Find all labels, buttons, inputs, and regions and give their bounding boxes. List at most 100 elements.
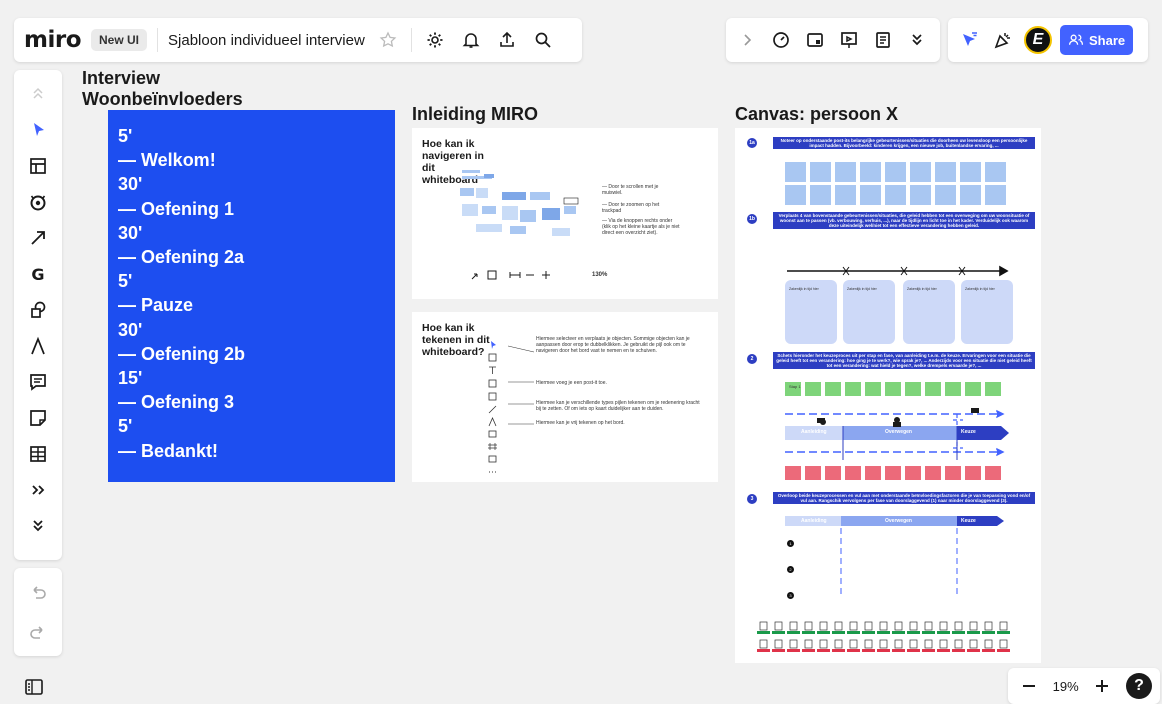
arrow-icon[interactable] [18,220,58,256]
shapes-icon[interactable] [18,292,58,328]
avatar[interactable]: E [1024,26,1052,54]
frame-title-persoon[interactable]: Canvas: persoon X [735,104,898,125]
help-button[interactable]: ? [1126,673,1152,699]
sticky-note[interactable] [935,162,956,182]
sticky-note[interactable] [965,382,981,396]
sticky-note[interactable] [805,466,821,480]
upload-icon[interactable] [494,27,520,53]
presentation-icon[interactable] [836,27,862,53]
tools-panel: G [14,70,62,560]
sticky-note[interactable] [945,382,961,396]
sticky-note[interactable] [985,466,1001,480]
factor-bar [757,631,770,634]
chevron-right-icon[interactable] [734,27,760,53]
cursor-filter-icon[interactable] [956,27,982,53]
chevron-double-down-icon[interactable] [904,27,930,53]
sticky-note[interactable] [785,466,801,480]
bell-icon[interactable] [458,27,484,53]
factor-bar [907,649,920,652]
more-tools-icon[interactable] [18,472,58,508]
factor-bar [817,631,830,634]
new-ui-badge[interactable]: New UI [91,29,148,51]
zoom-level[interactable]: 19% [1053,679,1079,694]
sticky-note[interactable] [865,382,881,396]
collapse-icon[interactable] [18,508,58,544]
sticky-note[interactable] [835,162,856,182]
sticky-note[interactable] [845,466,861,480]
sticky-note[interactable] [905,466,921,480]
miro-logo[interactable]: miro [24,27,82,53]
table-icon[interactable] [18,436,58,472]
sticky-note[interactable] [960,185,981,205]
persoon-canvas[interactable]: 1a Noteer op onderstaande post-its belan… [735,128,1041,663]
factor-bar [862,649,875,652]
sticky-note[interactable] [910,185,931,205]
frame-title-inleiding[interactable]: Inleiding MIRO [412,104,538,125]
zoom-in-icon[interactable] [1089,673,1115,699]
pen-icon[interactable] [18,328,58,364]
sticky-note[interactable] [845,382,861,396]
sticky-note[interactable] [935,185,956,205]
sticky-note[interactable] [865,466,881,480]
sticky-note[interactable] [985,162,1006,182]
undo-icon[interactable] [18,574,58,610]
factor-icon [804,621,813,631]
sticky-note[interactable] [925,466,941,480]
factor-bar [982,631,995,634]
sticky-note[interactable] [835,185,856,205]
sticky-note[interactable] [960,162,981,182]
sticky-note[interactable] [785,185,806,205]
timeline-box[interactable]: Zakenlijk in tijd hier [961,280,1013,344]
sticky-note[interactable] [905,382,921,396]
timer-icon[interactable] [768,27,794,53]
sticky-note[interactable] [785,162,806,182]
timeline-box[interactable]: Zakenlijk in tijd hier [903,280,955,344]
comment-icon[interactable] [18,364,58,400]
agenda-frame[interactable]: 5' — Welkom! 30' — Oefening 1 30' — Oefening… [108,110,395,482]
sticky-note[interactable] [925,382,941,396]
sticky-note[interactable] [985,382,1001,396]
factor-bar [997,649,1010,652]
sticky-note[interactable] [825,466,841,480]
sticky-note[interactable] [810,162,831,182]
factor-icon [864,621,873,631]
sticky-note[interactable] [985,185,1006,205]
sticky-note[interactable] [910,162,931,182]
select-icon[interactable] [18,112,58,148]
navigate-card[interactable]: Hoe kan ik navigeren in dit whiteboard —… [412,128,718,299]
timeline-box[interactable]: Zakenlijk in tijd hier [843,280,895,344]
settings-icon[interactable] [422,27,448,53]
frame-title-interview[interactable]: Interview Woonbeïnvloeders [82,68,302,110]
google-icon[interactable]: G [18,256,58,292]
sticky-note[interactable] [965,466,981,480]
share-button[interactable]: Share [1060,25,1134,55]
sticky-note[interactable] [860,162,881,182]
sticky-note[interactable] [825,382,841,396]
sticky-note[interactable] [805,382,821,396]
sticky-note[interactable] [885,466,901,480]
sticky-note[interactable] [885,162,906,182]
navigate-line-3: — Via de knoppen rechts onder (klik op h… [602,218,680,236]
template-icon[interactable] [18,148,58,184]
redo-icon[interactable] [18,614,58,650]
card-icon[interactable] [802,27,828,53]
search-icon[interactable] [530,27,556,53]
chevron-up-icon[interactable] [18,76,58,112]
zoom-out-icon[interactable] [1016,673,1042,699]
sticky-note-icon[interactable] [18,400,58,436]
sticky-note[interactable] [860,185,881,205]
sticky-note[interactable] [885,382,901,396]
draw-card[interactable]: Hoe kan ik tekenen in dit whiteboard? Hi… [412,312,718,482]
frames-panel-toggle[interactable] [14,672,54,702]
celebrate-icon[interactable] [990,27,1016,53]
board-title[interactable]: Sjabloon individueel interview [168,32,365,49]
sticky-note[interactable] [945,466,961,480]
sticky-note[interactable] [810,185,831,205]
factor-icon [984,621,993,631]
factor-bar [937,649,950,652]
star-icon[interactable] [375,27,401,53]
sticky-note[interactable] [885,185,906,205]
palette-icon[interactable] [18,184,58,220]
timeline-box[interactable]: Zakenlijk in tijd hier [785,280,837,344]
notes-icon[interactable] [870,27,896,53]
